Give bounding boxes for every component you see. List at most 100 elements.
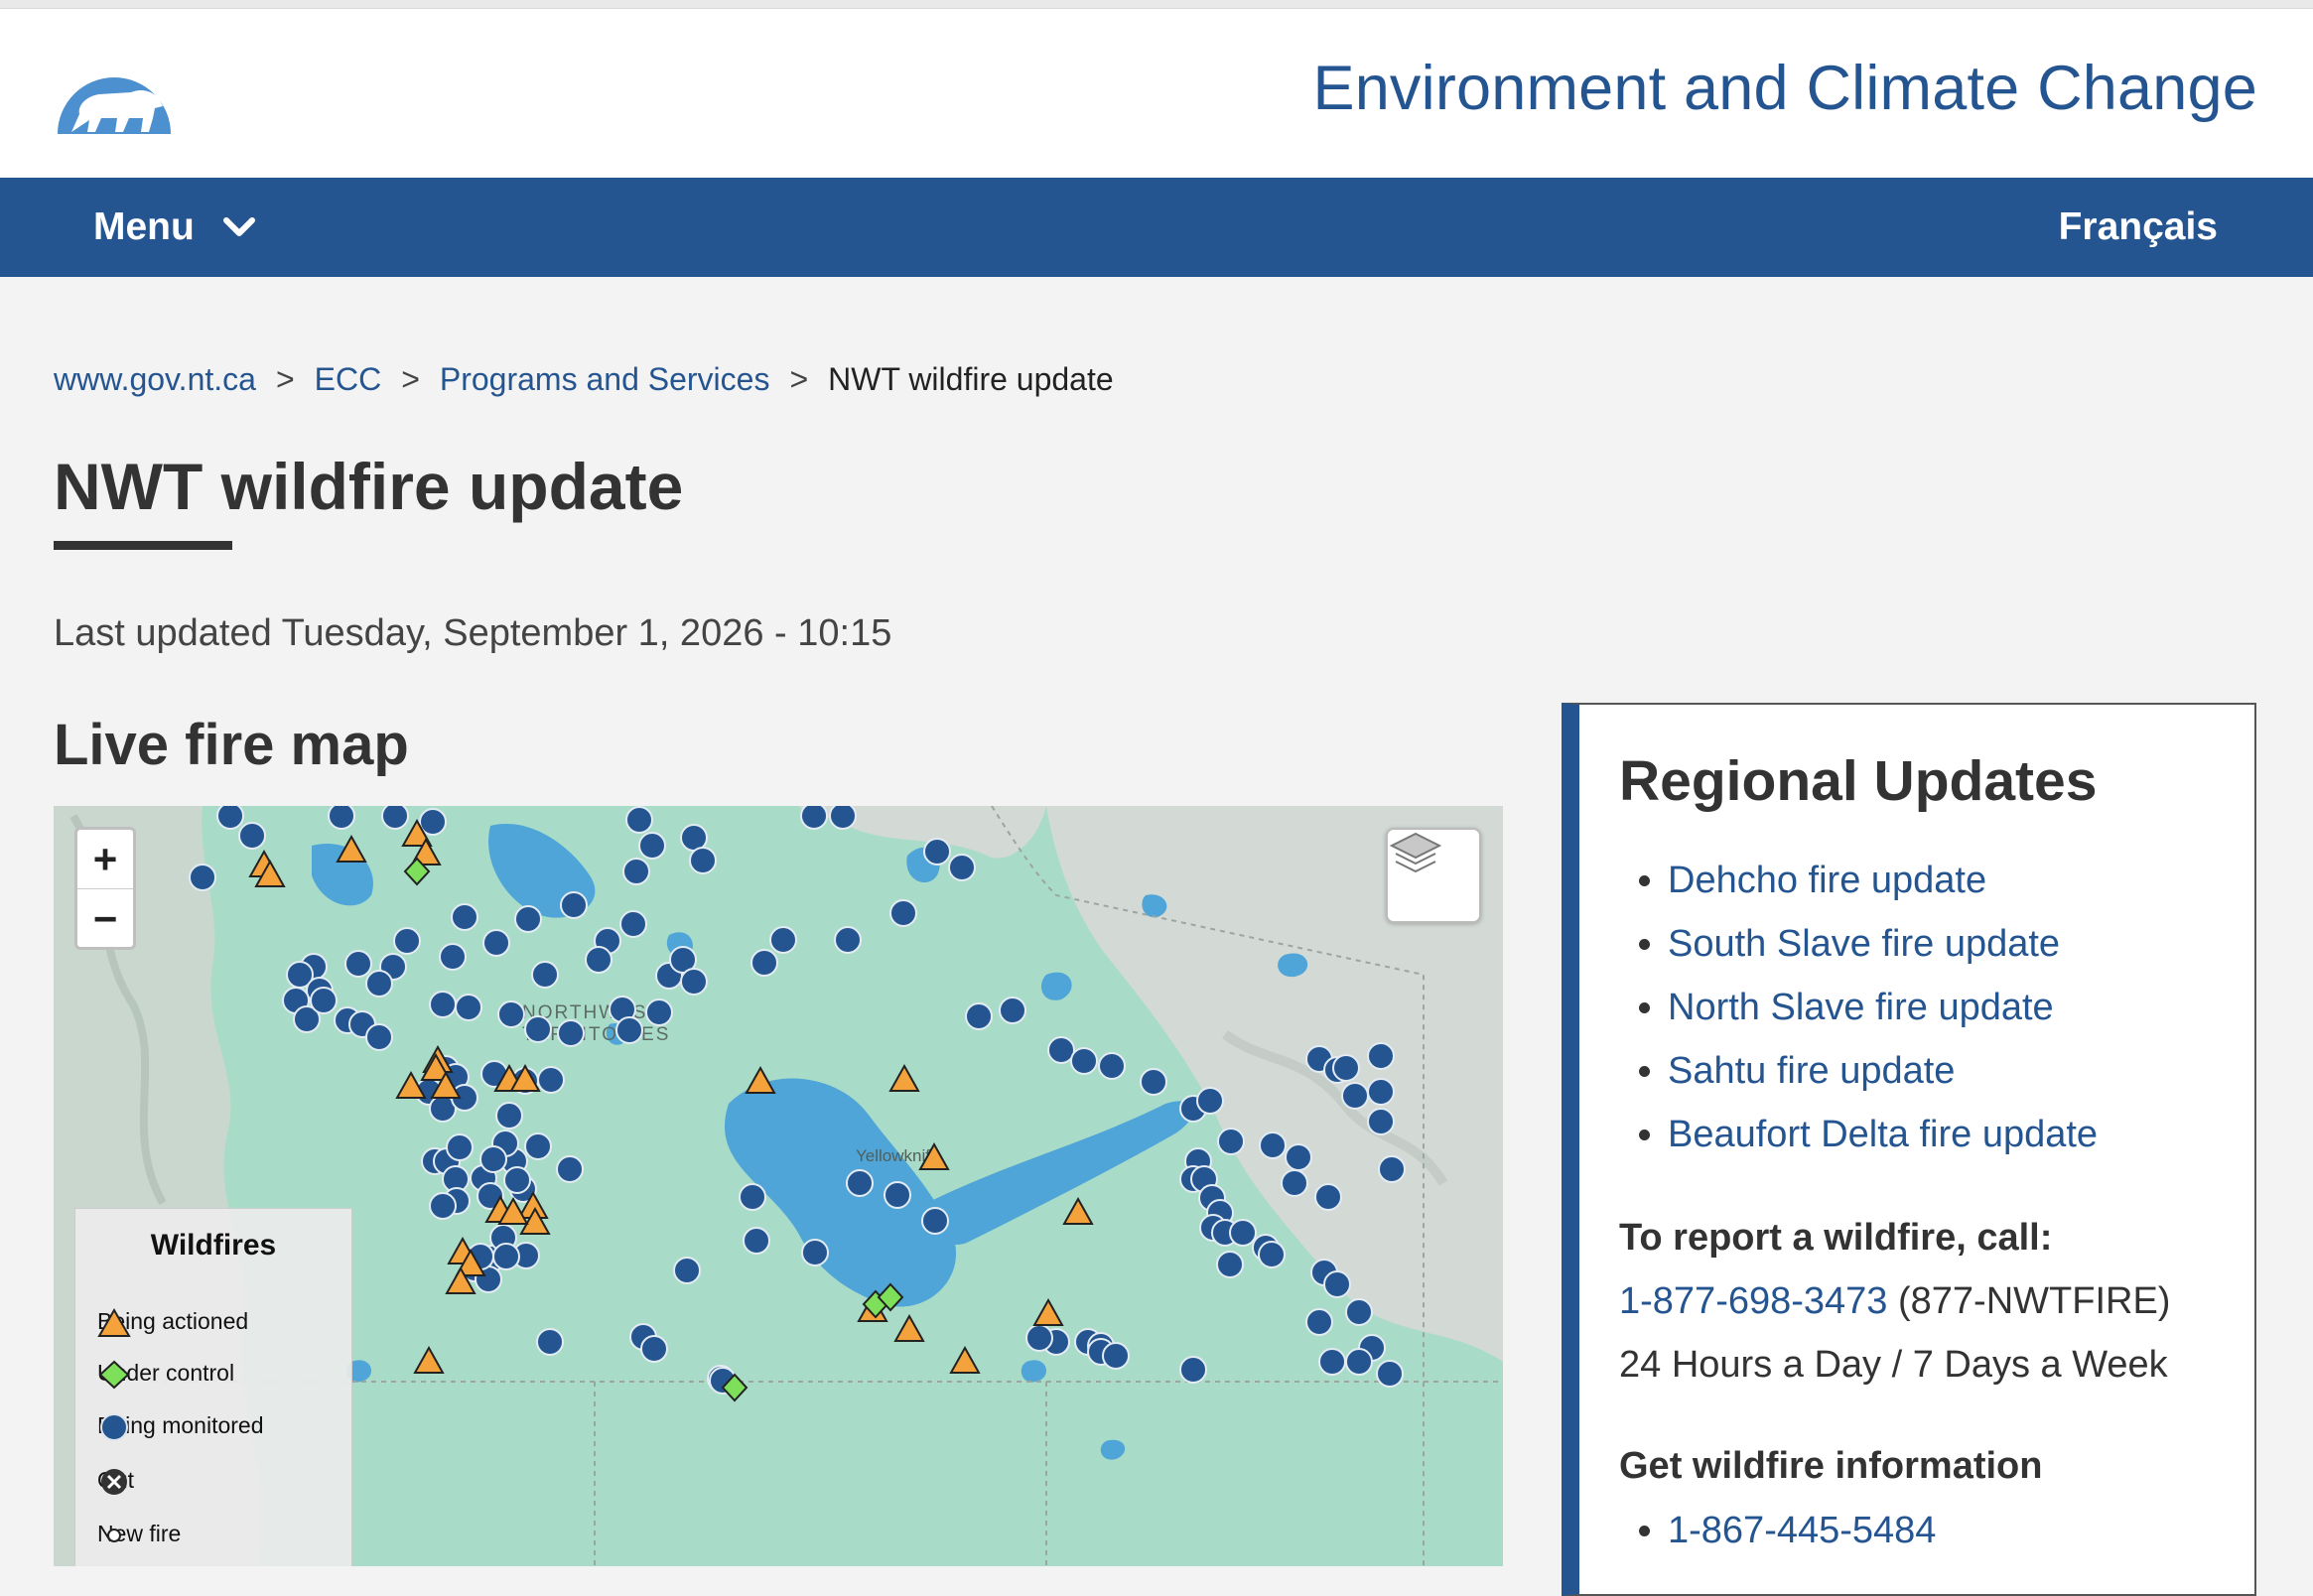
being-monitored-marker[interactable] (1345, 1348, 1373, 1376)
being-monitored-marker[interactable] (1376, 1360, 1404, 1388)
being-monitored-marker[interactable] (531, 961, 559, 989)
being-monitored-marker[interactable] (536, 1328, 564, 1356)
being-monitored-marker[interactable] (1229, 1219, 1257, 1247)
being-monitored-marker[interactable] (419, 808, 447, 836)
breadcrumb-programs-link[interactable]: Programs and Services (440, 361, 770, 398)
being-monitored-marker[interactable] (537, 1066, 565, 1094)
being-monitored-marker[interactable] (1281, 1169, 1308, 1197)
being-monitored-marker[interactable] (1285, 1143, 1312, 1171)
being-monitored-marker[interactable] (429, 1192, 457, 1220)
being-monitored-marker[interactable] (619, 910, 647, 938)
menu-button[interactable]: Menu (93, 205, 256, 249)
being-monitored-marker[interactable] (645, 998, 673, 1026)
being-monitored-marker[interactable] (344, 950, 372, 978)
being-monitored-marker[interactable] (673, 1257, 701, 1284)
zoom-in-button[interactable]: + (77, 830, 133, 889)
being-monitored-marker[interactable] (884, 1181, 911, 1209)
being-monitored-marker[interactable] (482, 929, 510, 957)
being-monitored-marker[interactable] (393, 927, 421, 955)
being-monitored-marker[interactable] (1102, 1342, 1130, 1370)
being-monitored-marker[interactable] (743, 1227, 770, 1255)
being-monitored-marker[interactable] (560, 891, 588, 919)
being-monitored-marker[interactable] (1196, 1087, 1224, 1115)
being-monitored-marker[interactable] (514, 905, 542, 933)
being-monitored-marker[interactable] (524, 1132, 552, 1160)
being-monitored-marker[interactable] (556, 1155, 584, 1183)
being-monitored-marker[interactable] (829, 806, 857, 830)
layers-button[interactable] (1386, 828, 1481, 923)
being-monitored-marker[interactable] (1179, 1356, 1207, 1384)
being-monitored-marker[interactable] (1259, 1131, 1287, 1159)
being-monitored-marker[interactable] (625, 806, 653, 834)
being-monitored-marker[interactable] (1341, 1082, 1369, 1110)
being-monitored-marker[interactable] (495, 1102, 523, 1130)
being-monitored-marker[interactable] (365, 1023, 393, 1051)
beaufort-delta-fire-update-link[interactable]: Beaufort Delta fire update (1668, 1114, 2098, 1155)
being-monitored-marker[interactable] (1314, 1183, 1342, 1211)
being-monitored-marker[interactable] (1217, 1128, 1245, 1155)
breadcrumb-home-link[interactable]: www.gov.nt.ca (54, 361, 256, 398)
being-monitored-marker[interactable] (1305, 1308, 1333, 1336)
being-monitored-marker[interactable] (801, 1239, 829, 1266)
being-monitored-marker[interactable] (446, 1133, 474, 1161)
zoom-out-button[interactable]: − (77, 889, 133, 948)
report-phone-link[interactable]: 1-877-698-3473 (1619, 1280, 1887, 1322)
being-monitored-marker[interactable] (640, 1335, 668, 1363)
being-monitored-marker[interactable] (689, 847, 717, 874)
being-monitored-marker[interactable] (238, 822, 266, 850)
being-monitored-marker[interactable] (585, 946, 612, 974)
being-monitored-marker[interactable] (1140, 1068, 1167, 1096)
being-monitored-marker[interactable] (1367, 1042, 1395, 1070)
breadcrumb-ecc-link[interactable]: ECC (315, 361, 382, 398)
being-monitored-marker[interactable] (680, 968, 708, 996)
being-monitored-marker[interactable] (1258, 1241, 1286, 1268)
north-slave-fire-update-link[interactable]: North Slave fire update (1668, 987, 2054, 1028)
being-monitored-marker[interactable] (328, 806, 355, 830)
being-monitored-marker[interactable] (1025, 1324, 1053, 1352)
department-title[interactable]: Environment and Climate Change (1312, 53, 2257, 124)
being-monitored-marker[interactable] (622, 858, 650, 885)
sahtu-fire-update-link[interactable]: Sahtu fire update (1668, 1050, 1955, 1092)
being-monitored-marker[interactable] (923, 838, 951, 865)
being-monitored-marker[interactable] (739, 1183, 766, 1211)
being-monitored-marker[interactable] (750, 949, 778, 977)
being-monitored-marker[interactable] (1367, 1108, 1395, 1135)
being-monitored-marker[interactable] (638, 832, 666, 860)
being-monitored-marker[interactable] (492, 1243, 520, 1270)
being-monitored-marker[interactable] (365, 970, 393, 998)
live-fire-map[interactable]: NORTHWEST TERRITORIES Yellowknife + − Wi… (54, 806, 1503, 1566)
being-monitored-marker[interactable] (455, 994, 482, 1021)
being-monitored-marker[interactable] (999, 997, 1026, 1024)
south-slave-fire-update-link[interactable]: South Slave fire update (1668, 923, 2060, 965)
being-monitored-marker[interactable] (429, 991, 457, 1018)
being-monitored-marker[interactable] (1070, 1047, 1098, 1075)
being-monitored-marker[interactable] (1047, 1036, 1075, 1064)
being-monitored-marker[interactable] (769, 926, 797, 954)
being-monitored-marker[interactable] (1332, 1054, 1360, 1082)
being-monitored-marker[interactable] (1323, 1270, 1351, 1298)
being-monitored-marker[interactable] (497, 1000, 525, 1028)
being-monitored-marker[interactable] (451, 903, 478, 931)
being-monitored-marker[interactable] (557, 1019, 585, 1047)
being-monitored-marker[interactable] (615, 1016, 643, 1044)
info-phone-link[interactable]: 1-867-445-5484 (1668, 1510, 1936, 1551)
dehcho-fire-update-link[interactable]: Dehcho fire update (1668, 860, 1986, 901)
being-monitored-marker[interactable] (1216, 1251, 1244, 1278)
being-monitored-marker[interactable] (1378, 1155, 1406, 1183)
being-monitored-marker[interactable] (479, 1145, 507, 1173)
being-monitored-marker[interactable] (921, 1207, 949, 1235)
being-monitored-marker[interactable] (948, 854, 976, 881)
being-monitored-marker[interactable] (1367, 1078, 1395, 1106)
being-monitored-marker[interactable] (503, 1166, 531, 1194)
being-monitored-marker[interactable] (524, 1015, 552, 1043)
being-monitored-marker[interactable] (381, 806, 409, 830)
being-monitored-marker[interactable] (834, 926, 862, 954)
being-monitored-marker[interactable] (846, 1169, 874, 1197)
being-monitored-marker[interactable] (439, 943, 467, 971)
polar-bear-sun-icon[interactable] (52, 37, 177, 146)
being-monitored-marker[interactable] (965, 1002, 993, 1030)
being-monitored-marker[interactable] (1098, 1052, 1126, 1080)
being-monitored-marker[interactable] (889, 899, 917, 927)
being-monitored-marker[interactable] (216, 806, 244, 830)
language-toggle-link[interactable]: Français (2059, 205, 2218, 249)
